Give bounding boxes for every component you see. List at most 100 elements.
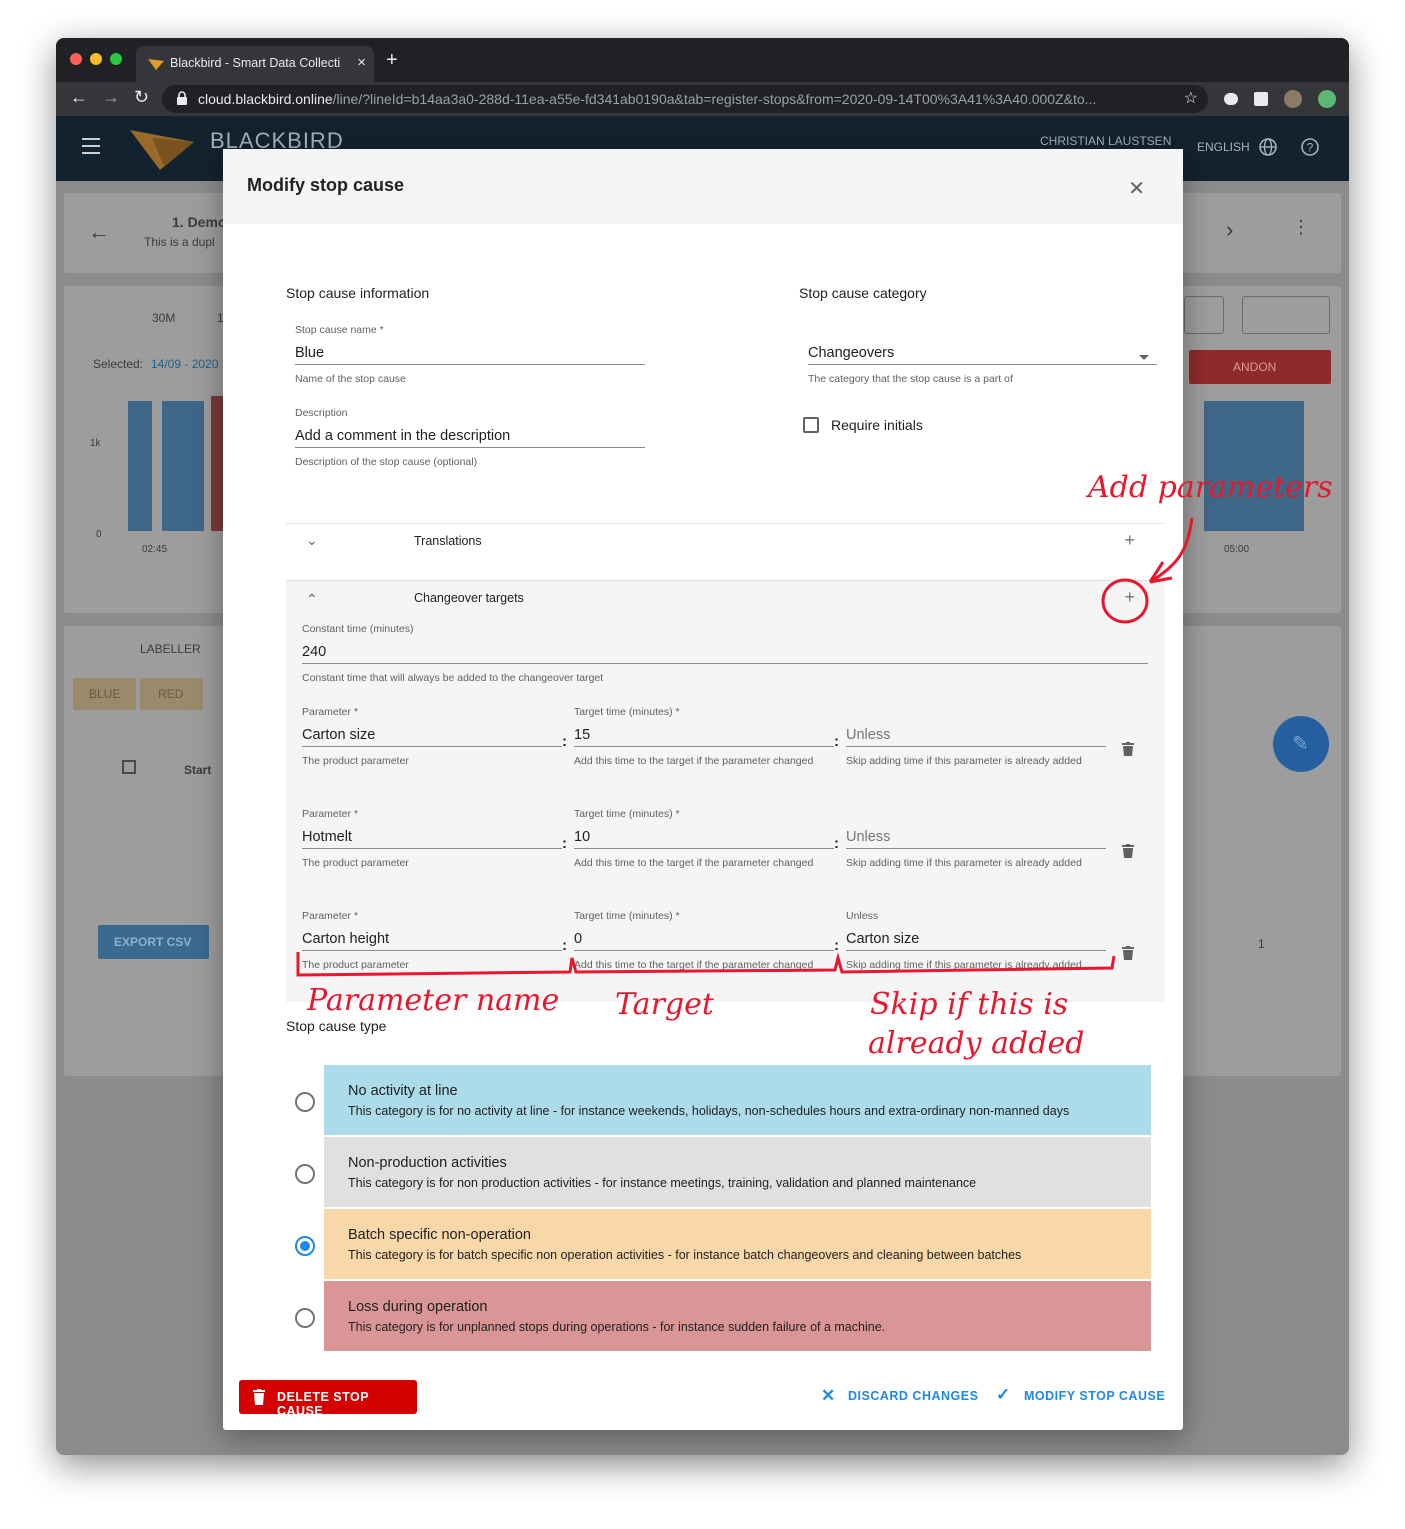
edit-fab[interactable]: ✎ — [1273, 716, 1329, 772]
description-field[interactable]: Description Add a comment in the descrip… — [295, 407, 645, 471]
dialog-title: Modify stop cause — [247, 175, 405, 195]
next-chevron-icon[interactable]: › — [1226, 217, 1233, 243]
maximize-window-dot[interactable] — [110, 53, 122, 65]
type-option-batch-specific[interactable]: Batch specific non-operation This catego… — [324, 1209, 1151, 1279]
browser-tab[interactable]: Blackbird - Smart Data Collecti × — [136, 46, 374, 82]
language-selector[interactable]: ENGLISH — [1197, 140, 1250, 154]
address-bar: ← → ↻ cloud.blackbird.online/line/?lineI… — [56, 82, 1349, 116]
forward-arrow-icon[interactable]: → — [102, 87, 120, 108]
minimize-window-dot[interactable] — [90, 53, 102, 65]
stop-cause-name-field[interactable]: Stop cause name * Blue Name of the stop … — [295, 324, 645, 388]
translations-panel[interactable]: ⌄ Translations + — [286, 523, 1165, 559]
range-30m[interactable]: 30M — [152, 311, 175, 325]
globe-icon[interactable] — [1258, 137, 1278, 157]
description-input[interactable]: Add a comment in the description — [295, 421, 645, 448]
col-start[interactable]: Start — [184, 763, 211, 777]
target-time-help: Add this time to the target if the param… — [574, 857, 814, 869]
checkmark-icon[interactable]: ✓ — [996, 1385, 1011, 1405]
unless-input[interactable]: Unless — [846, 720, 1106, 747]
target-time-label: Target time (minutes) * — [574, 910, 680, 922]
bookmark-star-icon[interactable]: ☆ — [1184, 88, 1198, 108]
export-csv-button[interactable]: EXPORT CSV — [98, 925, 209, 959]
blackbird-favicon-icon — [148, 59, 164, 70]
parameter-input[interactable]: Carton size — [302, 720, 562, 747]
reload-icon[interactable]: ↻ — [134, 87, 149, 108]
delete-stop-cause-button[interactable]: DELETE STOP CAUSE — [239, 1380, 417, 1418]
export-label: EXPORT CSV — [114, 935, 192, 949]
add-parameter-icon[interactable]: + — [1124, 587, 1135, 608]
type-option-non-production[interactable]: Non-production activities This category … — [324, 1137, 1151, 1207]
close-window-dot[interactable] — [70, 53, 82, 65]
category-value[interactable]: Changeovers — [808, 338, 1157, 365]
type-name: Non-production activities — [348, 1155, 507, 1171]
target-time-field[interactable]: Target time (minutes) * 0 Add this time … — [574, 910, 834, 974]
radio-non-production[interactable] — [295, 1164, 315, 1184]
unless-input[interactable]: Unless — [846, 822, 1106, 849]
add-translation-icon[interactable]: + — [1124, 530, 1135, 551]
dropdown-button[interactable] — [1184, 296, 1224, 334]
radio-batch-specific[interactable] — [295, 1236, 315, 1256]
chart-bar — [211, 396, 223, 531]
parameter-field[interactable]: Parameter * Carton height The product pa… — [302, 910, 562, 974]
parameter-field[interactable]: Parameter * Hotmelt The product paramete… — [302, 808, 562, 872]
more-options-icon[interactable]: ⋮ — [1292, 217, 1310, 238]
delete-parameter-icon[interactable] — [1122, 844, 1134, 858]
back-arrow-icon[interactable]: ← — [70, 87, 88, 108]
chevron-up-icon[interactable]: ⌃ — [306, 591, 318, 608]
target-time-input[interactable]: 15 — [574, 720, 834, 747]
constant-time-label: Constant time (minutes) — [302, 623, 414, 635]
svg-text:?: ? — [1307, 141, 1314, 155]
profile-avatar[interactable] — [1284, 90, 1302, 108]
discard-x-icon[interactable]: ✕ — [821, 1386, 836, 1406]
modify-stop-cause-dialog: Modify stop cause ✕ Stop cause informati… — [223, 149, 1183, 1430]
parameter-field[interactable]: Parameter * Carton size The product para… — [302, 706, 562, 770]
x-tick-0245: 02:45 — [142, 544, 168, 555]
select-all-checkbox[interactable] — [122, 760, 136, 774]
puzzle-extension-icon[interactable] — [1254, 92, 1268, 106]
delete-parameter-icon[interactable] — [1122, 742, 1134, 756]
andon-button[interactable]: ANDON — [1189, 350, 1331, 384]
view-toggle-button[interactable] — [1242, 296, 1330, 334]
type-option-loss-during-operation[interactable]: Loss during operation This category is f… — [324, 1281, 1151, 1351]
delete-parameter-icon[interactable] — [1122, 946, 1134, 960]
chip-blue[interactable]: BLUE — [73, 678, 136, 710]
type-option-no-activity[interactable]: No activity at line This category is for… — [324, 1065, 1151, 1135]
back-arrow-icon[interactable]: ← — [88, 219, 110, 245]
radio-loss-during-operation[interactable] — [295, 1308, 315, 1328]
unless-label — [846, 706, 1106, 720]
help-icon[interactable]: ? — [1300, 137, 1320, 157]
andon-label: ANDON — [1233, 360, 1277, 374]
unless-input[interactable]: Carton size — [846, 924, 1106, 951]
tab-close-icon[interactable]: × — [357, 54, 366, 71]
url-omnibox[interactable]: cloud.blackbird.online/line/?lineId=b14a… — [162, 85, 1208, 113]
discard-changes-button[interactable]: DISCARD CHANGES — [848, 1389, 978, 1403]
target-time-input[interactable]: 10 — [574, 822, 834, 849]
require-initials-checkbox[interactable] — [803, 417, 819, 433]
modify-stop-cause-button[interactable]: MODIFY STOP CAUSE — [1024, 1389, 1165, 1403]
close-icon[interactable]: ✕ — [1128, 176, 1145, 201]
separator: : — [834, 835, 839, 852]
target-time-label: Target time (minutes) * — [574, 808, 680, 820]
category-select[interactable]: Changeovers The category that the stop c… — [808, 324, 1157, 388]
target-time-input[interactable]: 0 — [574, 924, 834, 951]
target-time-field[interactable]: Target time (minutes) * 15 Add this time… — [574, 706, 834, 770]
chevron-down-icon[interactable]: ⌄ — [306, 532, 318, 549]
menu-icon[interactable] — [82, 138, 100, 159]
target-time-field[interactable]: Target time (minutes) * 10 Add this time… — [574, 808, 834, 872]
new-tab-icon[interactable]: + — [386, 49, 398, 72]
cloud-extension-icon[interactable] — [1224, 93, 1238, 105]
constant-time-input[interactable]: 240 — [302, 637, 1148, 664]
parameter-input[interactable]: Hotmelt — [302, 822, 562, 849]
unless-field[interactable]: Unless Carton size Skip adding time if t… — [846, 910, 1106, 974]
name-input[interactable]: Blue — [295, 338, 645, 365]
constant-time-field[interactable]: Constant time (minutes) 240 Constant tim… — [302, 623, 1148, 687]
stop-cause-type-title: Stop cause type — [286, 1018, 387, 1034]
unless-field[interactable]: Unless Skip adding time if this paramete… — [846, 706, 1106, 770]
chip-red[interactable]: RED — [140, 678, 203, 710]
parameter-input[interactable]: Carton height — [302, 924, 562, 951]
annotation-target: Target — [615, 987, 714, 1022]
update-icon[interactable] — [1318, 90, 1336, 108]
unless-field[interactable]: Unless Skip adding time if this paramete… — [846, 808, 1106, 872]
radio-no-activity[interactable] — [295, 1092, 315, 1112]
user-name[interactable]: CHRISTIAN LAUSTSEN — [1040, 134, 1171, 148]
